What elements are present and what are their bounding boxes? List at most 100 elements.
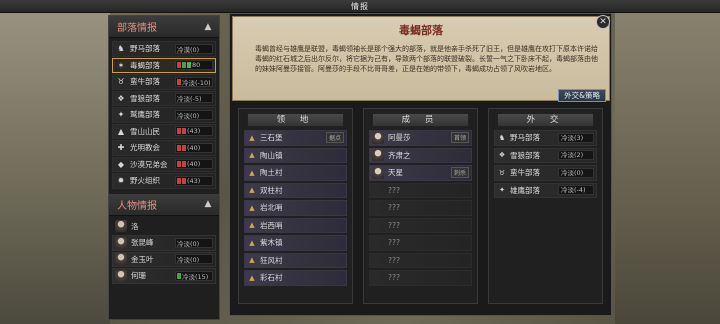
member-item[interactable]: ??? xyxy=(369,252,472,268)
member-item[interactable]: ??? xyxy=(369,182,472,198)
tribes-section-header[interactable]: 部落情报 ▲ xyxy=(109,16,219,38)
members-list: 阿曼莎 首领齐肃之天星 刺杀?????????????????? xyxy=(364,130,477,286)
relation-value: 冷淡(0) xyxy=(558,167,594,178)
person-name: 金玉叶 xyxy=(131,254,154,264)
chevron-up-icon: ▲ xyxy=(249,221,255,230)
relation-value: (40) xyxy=(187,160,201,169)
chevron-up-icon[interactable]: ▲ xyxy=(203,22,213,32)
member-item[interactable]: 齐肃之 xyxy=(369,147,472,163)
sidebar-item-person[interactable]: 金玉叶 冷淡(0) xyxy=(112,251,216,267)
relation-bar-segment xyxy=(177,161,181,168)
member-name: 齐肃之 xyxy=(388,150,411,160)
sidebar: 部落情报 ▲ ♞ 野马部落 冷漠(0) ✶ 毒蝎部落 80 ♉ 蛮牛部落 冷淡(-10) ❖ 雪狼部… xyxy=(108,15,220,320)
desert-icon: ◆ xyxy=(117,159,125,169)
territory-item[interactable]: ▲ 彩石村 xyxy=(244,270,347,286)
tribe-emblem-icon: ♞ xyxy=(498,133,506,142)
relation-status: 冷漠(0) xyxy=(175,43,213,54)
map-left-edge xyxy=(0,0,110,324)
territory-item[interactable]: ▲ 紫木镇 xyxy=(244,235,347,251)
member-item[interactable]: ??? xyxy=(369,200,472,216)
diplomacy-item[interactable]: ♉ 蛮牛部落 冷淡(0) xyxy=(494,165,597,181)
member-item[interactable]: ??? xyxy=(369,235,472,251)
sidebar-item-person[interactable]: 张昆峰 冷淡(0) xyxy=(112,235,216,251)
member-item[interactable]: ??? xyxy=(369,217,472,233)
sidebar-item-tribe[interactable]: ♉ 蛮牛部落 冷淡(-10) xyxy=(112,74,216,90)
sidebar-item-person[interactable]: 何珊 冷淡(15) xyxy=(112,268,216,284)
diplomacy-item[interactable]: ♞ 野马部落 冷淡(3) xyxy=(494,130,597,146)
avatar xyxy=(115,220,127,233)
avatar xyxy=(115,236,127,249)
territory-header: 领 地 xyxy=(247,113,344,127)
member-item[interactable]: ??? xyxy=(369,270,472,286)
diplomacy-strategy-button[interactable]: 外交&策略 xyxy=(558,89,606,102)
member-item[interactable]: 天星 刺杀 xyxy=(369,165,472,181)
sidebar-item-tribe[interactable]: ✹ 野火组织 (43) xyxy=(112,173,216,189)
person-name: 洛 xyxy=(131,221,139,231)
member-name: ??? xyxy=(388,255,400,265)
tribe-name: 雪山山民 xyxy=(130,126,160,136)
sidebar-item-tribe[interactable]: ♞ 野马部落 冷漠(0) xyxy=(112,41,216,57)
avatar xyxy=(372,166,384,179)
bull-icon: ♉ xyxy=(117,77,125,87)
territory-item[interactable]: ▲ 双柱村 xyxy=(244,182,347,198)
relation-status: (40) xyxy=(175,142,213,153)
territory-name: 彩石村 xyxy=(260,273,283,283)
territory-item[interactable]: ▲ 狂风村 xyxy=(244,252,347,268)
relation-status: 冷淡(0) xyxy=(175,254,213,265)
tribe-name: 鹫鹰部落 xyxy=(130,110,160,120)
sidebar-item-tribe[interactable]: ❖ 雪狼部落 冷淡(-5) xyxy=(112,90,216,106)
tribes-header-label: 部落情报 xyxy=(117,23,157,34)
horse-icon: ♞ xyxy=(117,44,125,54)
diplomacy-item[interactable]: ❖ 雪狼部落 冷淡(2) xyxy=(494,147,597,163)
member-role-tag: 刺杀 xyxy=(450,167,469,179)
relation-bar-segment xyxy=(182,62,186,69)
tribe-name: 雪狼部落 xyxy=(130,93,160,103)
sidebar-item-tribe[interactable]: ▲ 雪山山民 (43) xyxy=(112,123,216,139)
tribe-emblem-icon: ♉ xyxy=(498,168,506,177)
people-list: 洛张昆峰 冷淡(0) 金玉叶 冷淡(0) 何珊 冷淡(15) xyxy=(109,216,219,287)
tribe-description: 毒蝎曾经与雄鹰是联盟，毒蝎领袖长是那个强大的部落，就是他亲手杀死了旧王，但是雄鹰… xyxy=(255,45,598,73)
chevron-up-icon: ▲ xyxy=(249,273,255,282)
sidebar-item-tribe[interactable]: ✚ 光明教会 (40) xyxy=(112,140,216,156)
tribe-title: 毒蝎部落 xyxy=(399,24,443,37)
relation-status: 80 xyxy=(175,60,213,71)
tribe-emblem-icon: ❖ xyxy=(498,151,506,160)
territory-item[interactable]: ▲ 陶山镇 xyxy=(244,147,347,163)
relation-bar-segment xyxy=(177,272,181,279)
sidebar-item-tribe[interactable]: ◆ 沙漠兄弟会 (40) xyxy=(112,156,216,172)
chevron-up-icon: ▲ xyxy=(249,186,255,195)
tribe-emblem-icon: ✦ xyxy=(499,186,505,195)
territory-item[interactable]: ▲ 陶土村 xyxy=(244,165,347,181)
church-icon: ✚ xyxy=(117,143,125,153)
person-name: 张昆峰 xyxy=(131,238,154,248)
relation-bar-segment xyxy=(177,78,181,85)
member-name: 阿曼莎 xyxy=(388,133,411,143)
avatar xyxy=(115,253,127,266)
relation-status: (43) xyxy=(175,126,213,137)
people-section-header[interactable]: 人物情报 ▲ xyxy=(109,193,219,216)
sidebar-item-tribe[interactable]: ✶ 毒蝎部落 80 xyxy=(112,57,216,73)
territory-name: 陶山镇 xyxy=(260,150,283,160)
territory-name: 岩西哨 xyxy=(260,220,283,230)
sidebar-item-tribe[interactable]: ✦ 鹫鹰部落 冷淡(0) xyxy=(112,107,216,123)
wolf-icon: ❖ xyxy=(117,93,125,103)
people-header-label: 人物情报 xyxy=(117,200,157,212)
territory-item[interactable]: ▲ 岩北哨 xyxy=(244,200,347,216)
tribe-detail-panel: 毒蝎部落 毒蝎曾经与雄鹰是联盟，毒蝎领袖长是那个强大的部落，就是他亲手杀死了旧王… xyxy=(229,13,612,316)
relation-value: 冷淡(3) xyxy=(558,132,594,143)
close-icon[interactable]: ✕ xyxy=(596,15,610,29)
diplomacy-item[interactable]: ✦ 雄鹰部落 冷淡(-4) xyxy=(494,182,597,198)
territory-item[interactable]: ▲ 三石堡 据点 xyxy=(244,130,347,146)
relation-status: 冷淡(-10) xyxy=(175,76,213,87)
relation-bar-segment xyxy=(182,128,186,135)
diplomacy-column: 外 交 ♞ 野马部落 冷淡(3) ❖ 雪狼部落 冷淡(2) ♉ 蛮牛部落 冷淡(0) ✦ 雄鹰部落 冷… xyxy=(488,108,603,304)
territory-item[interactable]: ▲ 岩西哨 xyxy=(244,217,347,233)
tribe-name: 沙漠兄弟会 xyxy=(130,159,168,169)
relation-status: 冷淡(-5) xyxy=(175,93,213,104)
chevron-up-icon[interactable]: ▲ xyxy=(203,199,213,209)
sidebar-item-person[interactable]: 洛 xyxy=(112,219,216,235)
relation-bar-segment xyxy=(177,128,181,135)
territory-name: 狂风村 xyxy=(260,255,283,265)
member-item[interactable]: 阿曼莎 首领 xyxy=(369,130,472,146)
relation-bar-segment xyxy=(177,62,181,69)
